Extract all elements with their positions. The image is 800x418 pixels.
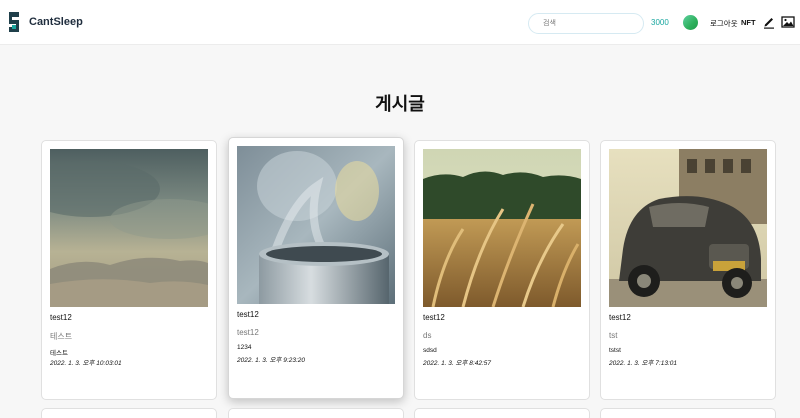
brand-logo-icon[interactable]: [7, 11, 21, 33]
post-image-steaming-pot: [237, 146, 395, 304]
post-card[interactable]: test12 테스트 테스트 2022. 1. 3. 오후 10:03:01: [41, 140, 217, 400]
post-date: 2022. 1. 3. 오후 7:13:01: [609, 360, 677, 367]
post-title: ds: [423, 331, 432, 340]
nft-link[interactable]: NFT: [741, 18, 756, 27]
post-card[interactable]: test12 tst tstst 2022. 1. 3. 오후 7:13:01: [600, 140, 776, 400]
post-title: 테스트: [50, 332, 73, 341]
post-date: 2022. 1. 3. 오후 8:42:57: [423, 360, 491, 367]
post-title: tst: [609, 331, 618, 340]
post-body: 테스트: [50, 350, 68, 357]
brand-name[interactable]: CantSleep: [29, 16, 83, 28]
post-author: test12: [237, 310, 259, 319]
image-upload-icon[interactable]: [781, 15, 795, 29]
post-image-vintage-car: [609, 149, 767, 307]
post-image-wheat-field: [423, 149, 581, 307]
credit-balance: 3000: [651, 18, 669, 27]
post-body: tstst: [609, 347, 621, 354]
post-body: sdsd: [423, 347, 437, 354]
post-card-partial[interactable]: [600, 408, 776, 418]
post-card-partial[interactable]: [414, 408, 590, 418]
post-author: test12: [423, 313, 445, 322]
post-body: 1234: [237, 344, 252, 351]
post-title: test12: [237, 328, 259, 337]
post-card-partial[interactable]: [41, 408, 217, 418]
post-card[interactable]: test12 ds sdsd 2022. 1. 3. 오후 8:42:57: [414, 140, 590, 400]
post-date: 2022. 1. 3. 오후 9:23:20: [237, 357, 305, 364]
page-title: 게시글: [375, 94, 425, 114]
post-image-stormy-sky: [50, 149, 208, 307]
post-card[interactable]: test12 test12 1234 2022. 1. 3. 오후 9:23:2…: [228, 137, 404, 399]
post-card-partial[interactable]: [228, 408, 404, 418]
search-input[interactable]: [528, 13, 644, 34]
post-author: test12: [50, 313, 72, 322]
logout-link[interactable]: 로그아웃: [710, 18, 738, 29]
top-navbar: CantSleep 3000 로그아웃 NFT: [0, 0, 800, 45]
avatar[interactable]: [683, 15, 698, 30]
pencil-icon[interactable]: [763, 15, 775, 29]
post-author: test12: [609, 313, 631, 322]
post-date: 2022. 1. 3. 오후 10:03:01: [50, 360, 122, 367]
